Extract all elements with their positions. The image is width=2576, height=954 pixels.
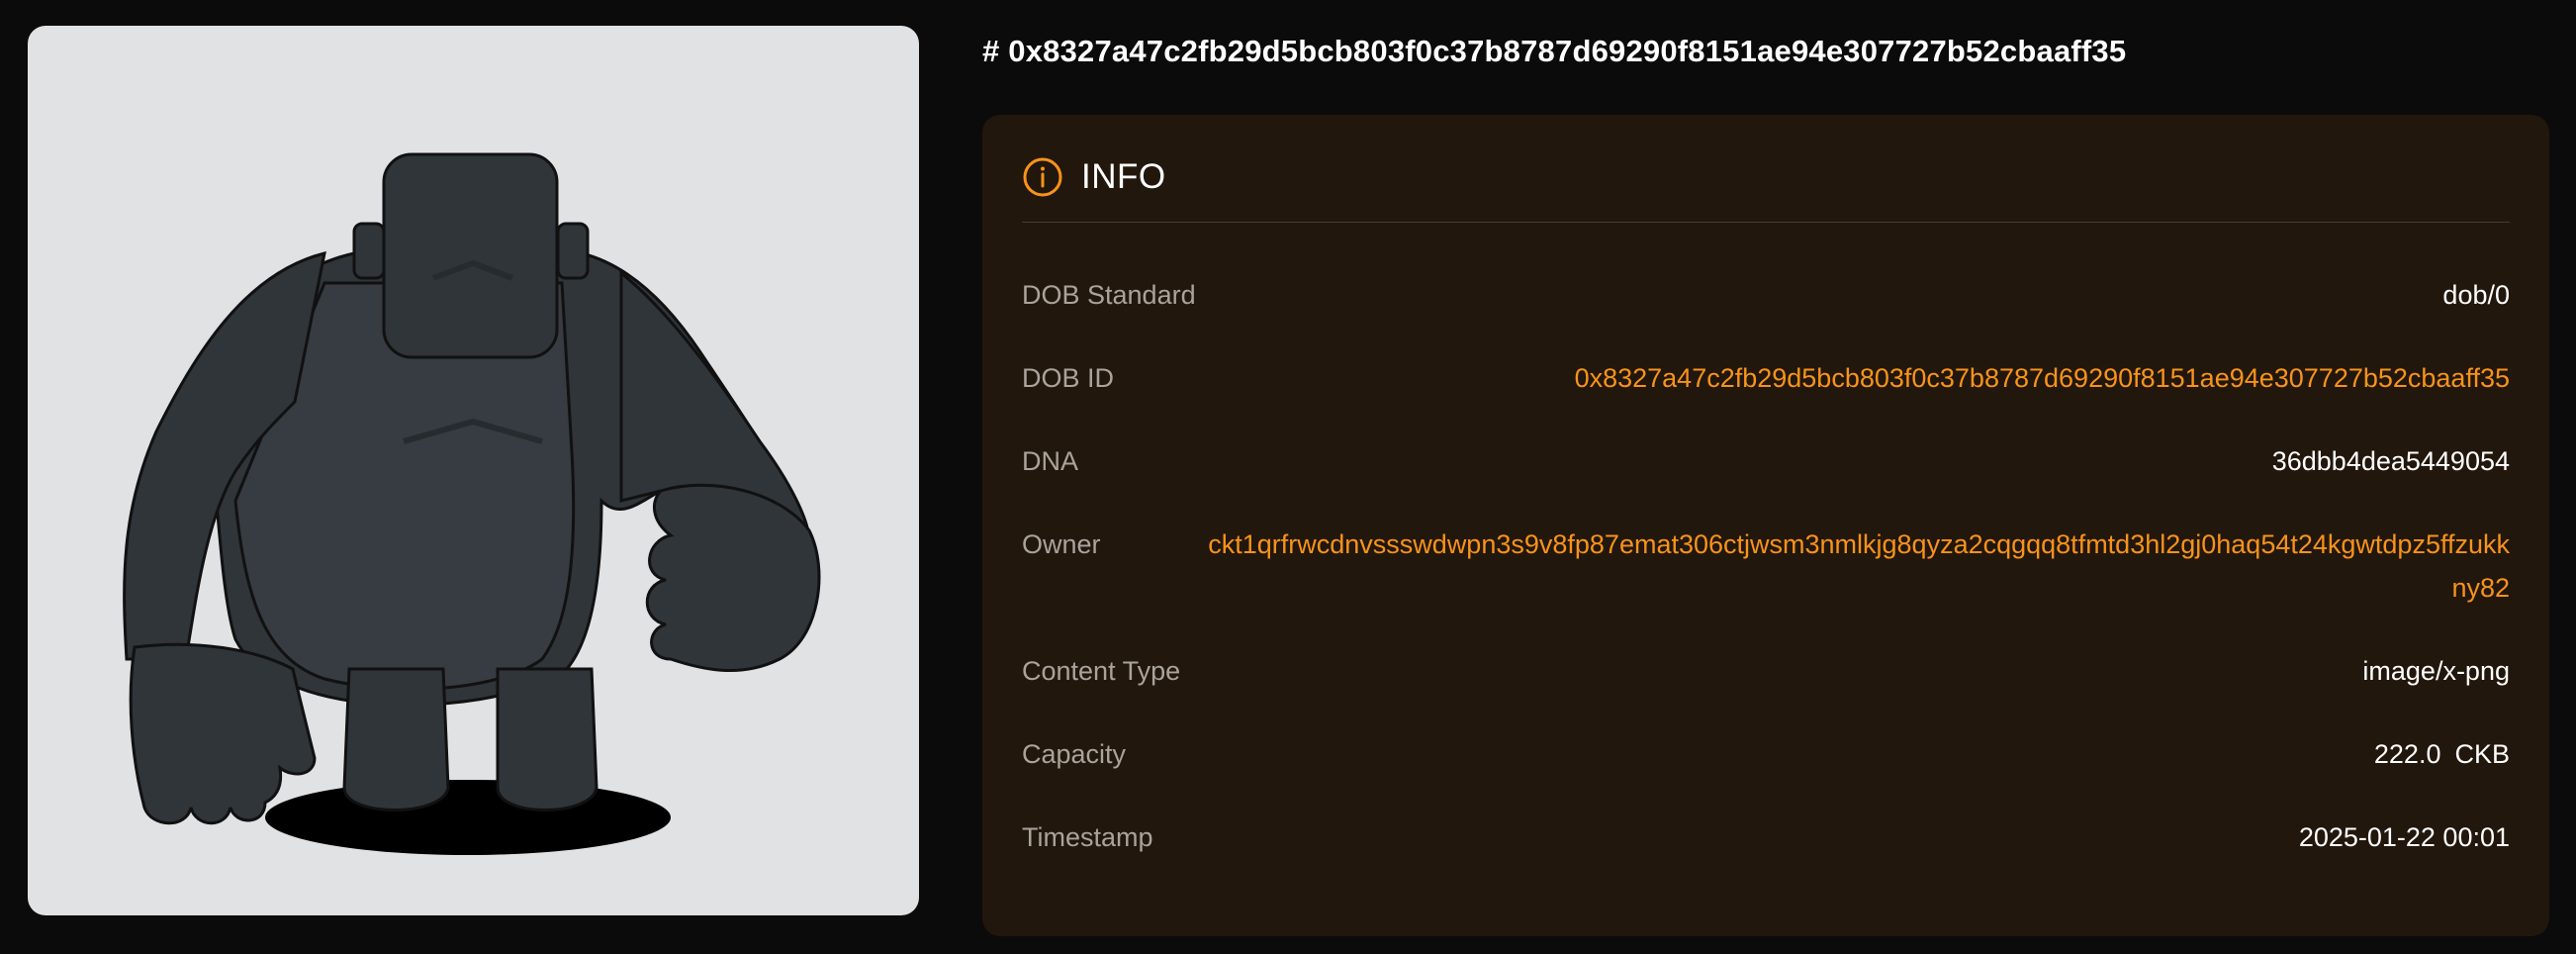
dob-standard-value: dob/0 — [2442, 280, 2510, 310]
row-capacity: Capacity 222.0 CKB — [1022, 732, 2510, 776]
owner-address-link[interactable]: ckt1qrfrwcdnvssswdwpn3s9v8fp87emat306ctj… — [1204, 523, 2510, 610]
row-dob-standard: DOB Standard dob/0 — [1022, 273, 2510, 317]
capacity-value-group: 222.0 CKB — [2374, 732, 2510, 776]
row-dob-id: DOB ID 0x8327a47c2fb29d5bcb803f0c37b8787… — [1022, 356, 2510, 400]
info-rows: DOB Standard dob/0 DOB ID 0x8327a47c2fb2… — [1022, 273, 2510, 899]
dob-detail-page: # 0x8327a47c2fb29d5bcb803f0c37b8787d6929… — [0, 0, 2576, 954]
timestamp-value: 2025-01-22 00:01 — [2298, 822, 2510, 852]
dob-id-link[interactable]: 0x8327a47c2fb29d5bcb803f0c37b8787d69290f… — [1575, 356, 2510, 400]
row-timestamp: Timestamp 2025-01-22 00:01 — [1022, 815, 2510, 859]
row-dna: DNA 36dbb4dea5449054 — [1022, 439, 2510, 483]
capacity-value: 222.0 — [2373, 739, 2441, 769]
capacity-label: Capacity — [1022, 739, 1127, 769]
info-header: INFO — [1022, 154, 2510, 223]
gorilla-character-image — [123, 152, 821, 855]
info-heading: INFO — [1081, 157, 1166, 196]
owner-label: Owner — [1022, 529, 1101, 559]
info-icon — [1023, 157, 1062, 197]
dob-title: # 0x8327a47c2fb29d5bcb803f0c37b8787d6929… — [982, 34, 2127, 68]
dob-image — [28, 26, 919, 915]
timestamp-label: Timestamp — [1022, 822, 1153, 852]
info-panel: INFO DOB Standard dob/0 DOB ID 0x8327a47… — [982, 115, 2549, 936]
row-owner: Owner ckt1qrfrwcdnvssswdwpn3s9v8fp87emat… — [1022, 523, 2510, 610]
dna-value: 36dbb4dea5449054 — [2271, 446, 2510, 476]
row-content-type: Content Type image/x-png — [1022, 649, 2510, 693]
dna-label: DNA — [1022, 446, 1079, 476]
content-type-label: Content Type — [1022, 656, 1181, 686]
content-type-value: image/x-png — [2362, 656, 2510, 686]
dob-standard-label: DOB Standard — [1022, 280, 1196, 310]
dob-id-label: DOB ID — [1022, 363, 1115, 393]
capacity-unit: CKB — [2454, 739, 2510, 769]
